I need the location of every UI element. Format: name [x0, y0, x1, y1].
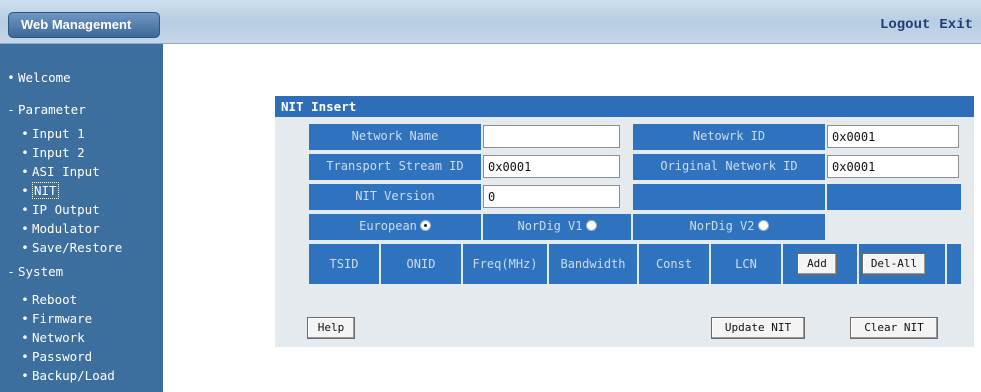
col-header-freq: Freq(MHz): [463, 244, 547, 284]
col-header-const: Const: [639, 244, 709, 284]
sidebar-item-input-2[interactable]: • Input 2: [0, 143, 163, 163]
nit-version-input[interactable]: 0: [483, 185, 620, 208]
sidebar-item-network[interactable]: • Network: [0, 328, 163, 348]
clear-nit-button[interactable]: Clear NIT: [850, 317, 938, 339]
european-radio[interactable]: [419, 220, 431, 231]
sidebar-item-password[interactable]: • Password: [0, 347, 163, 367]
help-button[interactable]: Help: [307, 317, 355, 339]
header-links: Logout Exit: [880, 17, 973, 33]
sidebar: • Welcome - Parameter • Input 1 • Input 2 • A…: [0, 44, 163, 392]
nordig-v1-option[interactable]: NorDig V1: [483, 214, 631, 240]
network-id-label: Netowrk ID: [633, 124, 825, 150]
del-all-button[interactable]: Del-All: [862, 253, 926, 275]
european-label: European: [359, 219, 417, 233]
sidebar-item-nit[interactable]: • NIT: [0, 181, 163, 201]
empty-cell: [947, 244, 961, 284]
update-nit-button[interactable]: Update NIT: [711, 317, 805, 339]
header-bar: Web Management Logout Exit: [0, 0, 981, 44]
ts-id-input[interactable]: 0x0001: [483, 155, 620, 178]
european-option[interactable]: European: [309, 214, 481, 240]
exit-link[interactable]: Exit: [939, 17, 973, 33]
sidebar-item-input-1[interactable]: • Input 1: [0, 124, 163, 144]
nit-version-label: NIT Version: [309, 184, 481, 210]
brand-logo: Web Management: [8, 12, 160, 38]
sidebar-item-reboot[interactable]: • Reboot: [0, 290, 163, 310]
network-name-label: Network Name: [309, 124, 481, 150]
col-header-lcn: LCN: [711, 244, 781, 284]
col-header-tsid: TSID: [309, 244, 379, 284]
col-header-onid: ONID: [381, 244, 461, 284]
sidebar-item-save-restore[interactable]: • Save/Restore: [0, 238, 163, 258]
nordig-v1-label: NorDig V1: [517, 219, 583, 233]
add-button[interactable]: Add: [797, 253, 837, 275]
sidebar-item-welcome[interactable]: • Welcome: [0, 68, 163, 88]
network-name-input[interactable]: [483, 125, 620, 148]
sidebar-item-modulator[interactable]: • Modulator: [0, 219, 163, 239]
ts-id-label: Transport Stream ID: [309, 154, 481, 180]
sidebar-item-asi-input[interactable]: • ASI Input: [0, 162, 163, 182]
nit-insert-panel: NIT Insert Network Name Netowrk ID 0x000…: [275, 96, 974, 347]
col-header-bandwidth: Bandwidth: [549, 244, 637, 284]
empty-cell: [633, 184, 825, 210]
orig-network-id-input[interactable]: 0x0001: [827, 155, 959, 178]
nordig-v2-label: NorDig V2: [689, 219, 755, 233]
sidebar-item-firmware[interactable]: • Firmware: [0, 309, 163, 329]
nordig-v2-radio[interactable]: [757, 220, 769, 231]
orig-network-id-label: Original Network ID: [633, 154, 825, 180]
logout-link[interactable]: Logout: [880, 17, 930, 33]
sidebar-section-parameter[interactable]: - Parameter: [0, 100, 163, 120]
sidebar-item-ip-output[interactable]: • IP Output: [0, 200, 163, 220]
sidebar-section-system[interactable]: - System: [0, 262, 163, 282]
nordig-v1-radio[interactable]: [585, 220, 597, 231]
empty-cell: [827, 184, 961, 210]
nordig-v2-option[interactable]: NorDig V2: [633, 214, 825, 240]
panel-title: NIT Insert: [275, 96, 974, 117]
sidebar-item-backup-load[interactable]: • Backup/Load: [0, 366, 163, 386]
network-id-input[interactable]: 0x0001: [827, 125, 959, 148]
